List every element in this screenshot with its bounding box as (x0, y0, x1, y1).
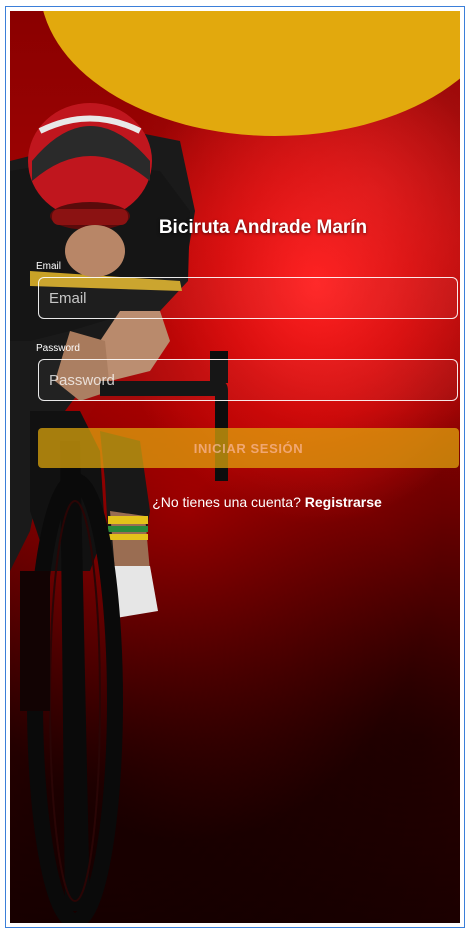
login-button[interactable]: INICIAR SESIÓN (38, 428, 459, 468)
register-prompt-line: ¿No tienes una cuenta? Registrarse (10, 494, 460, 510)
app-title: Biciruta Andrade Marín (158, 217, 368, 238)
register-prompt-text: ¿No tienes una cuenta? (152, 494, 301, 510)
password-label: Password (36, 343, 80, 354)
device-frame: Biciruta Andrade Marín Email Password IN… (5, 6, 465, 928)
login-screen: Biciruta Andrade Marín Email Password IN… (10, 11, 460, 923)
register-link[interactable]: Registrarse (305, 494, 382, 510)
email-label: Email (36, 261, 62, 272)
email-input[interactable] (38, 277, 458, 319)
password-input[interactable] (38, 359, 458, 401)
